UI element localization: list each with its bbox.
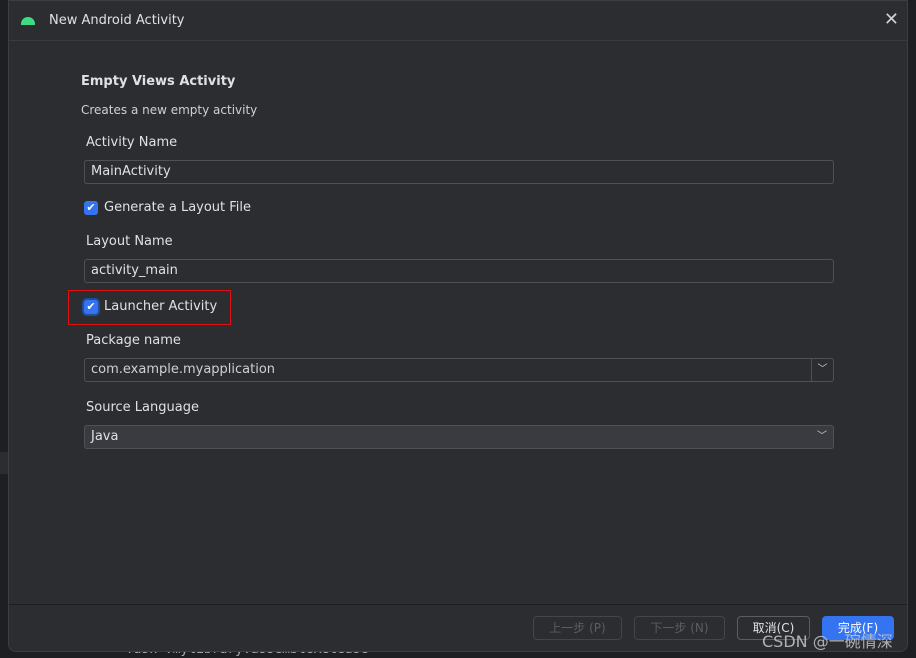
package-name-label: Package name xyxy=(86,333,181,348)
activity-name-label: Activity Name xyxy=(86,135,178,150)
dialog-titlebar: New Android Activity xyxy=(9,1,907,41)
package-name-value: com.example.myapplication xyxy=(91,362,276,377)
android-icon xyxy=(21,16,35,25)
checkmark-icon: ✔ xyxy=(84,200,98,215)
template-description: Creates a new empty activity xyxy=(81,103,258,117)
template-heading: Empty Views Activity xyxy=(81,74,236,89)
generate-layout-label: Generate a Layout File xyxy=(104,200,252,215)
layout-name-label: Layout Name xyxy=(86,234,173,249)
layout-name-input[interactable]: activity_main xyxy=(84,259,834,283)
dialog-footer-divider xyxy=(9,604,907,605)
package-name-combobox[interactable]: com.example.myapplication ﹀ xyxy=(84,358,834,382)
source-language-value: Java xyxy=(91,429,119,444)
source-language-label: Source Language xyxy=(86,400,199,415)
new-android-activity-dialog: New Android Activity ✕ Empty Views Activ… xyxy=(8,0,908,652)
watermark: CSDN @一碗情深 xyxy=(762,632,893,651)
dialog-title: New Android Activity xyxy=(49,13,185,28)
launcher-activity-checkbox[interactable]: ✔ Launcher Activity xyxy=(84,299,217,314)
close-icon[interactable]: ✕ xyxy=(884,11,899,29)
next-button[interactable]: 下一步 (N) xyxy=(634,616,725,640)
background-ide-panel xyxy=(0,452,8,474)
launcher-activity-label: Launcher Activity xyxy=(104,299,218,314)
generate-layout-checkbox[interactable]: ✔ Generate a Layout File xyxy=(84,200,251,215)
chevron-down-icon[interactable]: ﹀ xyxy=(811,359,833,381)
activity-name-input[interactable]: MainActivity xyxy=(84,160,834,184)
checkmark-icon: ✔ xyxy=(84,299,98,314)
source-language-select[interactable]: Java ﹀ xyxy=(84,425,834,449)
previous-button[interactable]: 上一步 (P) xyxy=(533,616,622,640)
chevron-down-icon: ﹀ xyxy=(817,431,827,442)
